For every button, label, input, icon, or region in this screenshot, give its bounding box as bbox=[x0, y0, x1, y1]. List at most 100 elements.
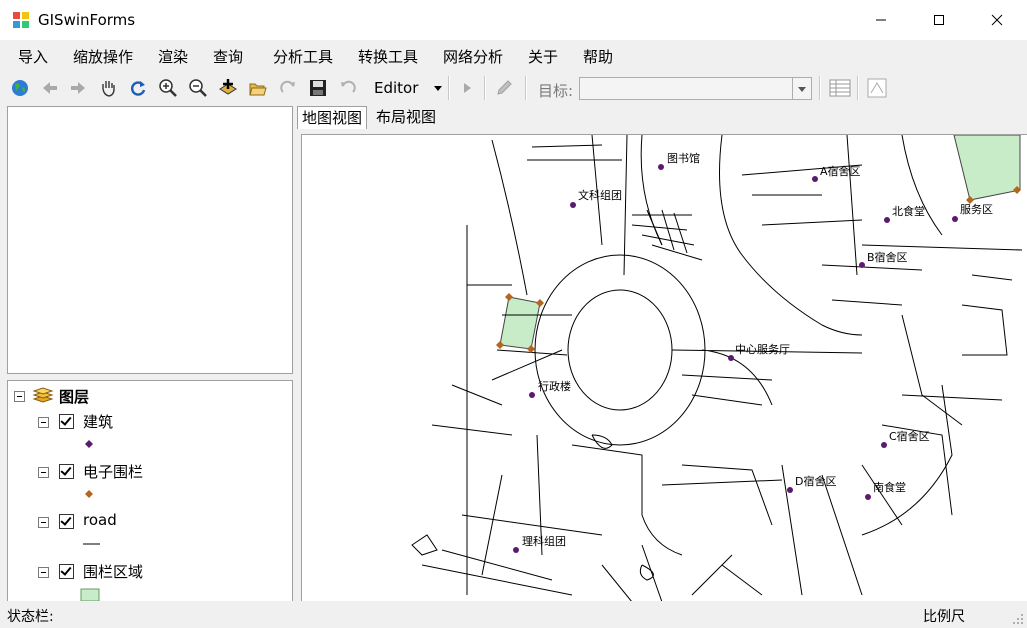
attribute-table-icon bbox=[829, 79, 851, 97]
menu-analysis-tools[interactable]: 分析工具 bbox=[273, 46, 333, 67]
menu-about[interactable]: 关于 bbox=[528, 46, 558, 67]
pencil-icon bbox=[497, 80, 512, 95]
fence-area-polygon bbox=[499, 296, 541, 350]
building-point bbox=[529, 392, 535, 398]
tab-layout-view[interactable]: 布局视图 bbox=[372, 106, 440, 128]
back-button[interactable] bbox=[38, 76, 62, 100]
building-point bbox=[728, 355, 734, 361]
map-label: 文科组团 bbox=[578, 188, 622, 202]
map-canvas[interactable]: 图书馆 A宿舍区 文科组团 北食堂 服务区 B宿舍区 中心服务厅 行政楼 C宿舍… bbox=[301, 134, 1027, 602]
map-drawing[interactable]: 图书馆 A宿舍区 文科组团 北食堂 服务区 B宿舍区 中心服务厅 行政楼 C宿舍… bbox=[302, 135, 1027, 602]
point-symbol-icon bbox=[85, 490, 93, 498]
pan-button[interactable] bbox=[96, 76, 120, 100]
resize-grip-icon[interactable] bbox=[1012, 613, 1024, 625]
menu-query[interactable]: 查询 bbox=[213, 46, 243, 67]
close-button[interactable] bbox=[968, 0, 1026, 40]
map-label: 北食堂 bbox=[892, 204, 925, 218]
editor-menu-label[interactable]: Editor bbox=[374, 79, 418, 97]
map-label: 行政楼 bbox=[538, 379, 571, 393]
editor-dropdown-button[interactable] bbox=[426, 76, 450, 100]
save-icon bbox=[310, 80, 326, 96]
building-point bbox=[812, 176, 818, 182]
line-symbol-icon bbox=[83, 543, 100, 545]
menu-network-analysis[interactable]: 网络分析 bbox=[443, 46, 503, 67]
layer-name[interactable]: road bbox=[83, 511, 117, 529]
layer-visibility-checkbox[interactable] bbox=[59, 414, 74, 429]
target-label: 目标: bbox=[538, 82, 574, 100]
building-point bbox=[787, 487, 793, 493]
fence-areas bbox=[499, 135, 1021, 350]
map-labels: 图书馆 A宿舍区 文科组团 北食堂 服务区 B宿舍区 中心服务厅 行政楼 C宿舍… bbox=[522, 151, 993, 548]
add-data-button[interactable] bbox=[216, 76, 240, 100]
edit-tool-button[interactable] bbox=[455, 76, 479, 100]
sketch-tool-button[interactable] bbox=[492, 76, 516, 100]
zoom-in-button[interactable] bbox=[156, 76, 180, 100]
minimize-button[interactable] bbox=[852, 0, 910, 40]
building-points bbox=[513, 164, 958, 553]
layers-icon bbox=[32, 387, 54, 403]
collapse-layer-toggle[interactable] bbox=[38, 417, 49, 428]
status-bar: 状态栏: 比例尺 bbox=[0, 601, 1027, 628]
menu-zoom[interactable]: 缩放操作 bbox=[73, 46, 133, 67]
map-label: B宿舍区 bbox=[867, 250, 908, 264]
refresh-icon bbox=[131, 81, 146, 96]
minimize-icon bbox=[876, 19, 886, 21]
toc-root-label: 图层 bbox=[59, 388, 90, 406]
collapse-layer-toggle[interactable] bbox=[38, 467, 49, 478]
caret-down-icon bbox=[434, 86, 442, 91]
caret-down-icon bbox=[798, 86, 806, 92]
save-button[interactable] bbox=[306, 76, 330, 100]
menu-bar: 导入 缩放操作 渲染 查询 分析工具 转换工具 网络分析 关于 帮助 bbox=[0, 40, 1027, 72]
layer-visibility-checkbox[interactable] bbox=[59, 564, 74, 579]
tab-map-view[interactable]: 地图视图 bbox=[297, 106, 368, 129]
sketch-properties-button[interactable] bbox=[865, 76, 889, 100]
menu-import[interactable]: 导入 bbox=[18, 46, 48, 67]
open-button[interactable] bbox=[246, 76, 270, 100]
arrow-left-icon bbox=[43, 82, 57, 94]
forward-button[interactable] bbox=[66, 76, 90, 100]
toolbar-separator bbox=[484, 76, 486, 100]
map-panel: 地图视图 布局视图 图书馆 A宿舍区 文科组团 北食堂 服务区 B宿舍区 中心服… bbox=[297, 104, 1027, 602]
building-point bbox=[513, 547, 519, 553]
add-data-icon bbox=[219, 79, 237, 95]
fill-symbol-icon bbox=[80, 588, 100, 602]
zoom-in-icon bbox=[159, 79, 177, 97]
full-extent-button[interactable] bbox=[8, 76, 32, 100]
collapse-root-toggle[interactable] bbox=[14, 391, 25, 402]
collapse-layer-toggle[interactable] bbox=[38, 517, 49, 528]
left-panel: 图层 建筑 电子围栏 road 围栏区域 bbox=[0, 104, 297, 603]
collapse-layer-toggle[interactable] bbox=[38, 567, 49, 578]
building-point bbox=[881, 442, 887, 448]
toolbar-separator bbox=[857, 76, 859, 100]
maximize-icon bbox=[934, 15, 944, 25]
layer-visibility-checkbox[interactable] bbox=[59, 514, 74, 529]
folder-open-icon bbox=[249, 83, 267, 96]
toolbar-separator bbox=[525, 76, 527, 100]
layer-name[interactable]: 建筑 bbox=[83, 411, 113, 432]
maximize-button[interactable] bbox=[910, 0, 968, 40]
undo-button[interactable] bbox=[336, 76, 360, 100]
point-symbol-icon bbox=[85, 440, 93, 448]
menu-help[interactable]: 帮助 bbox=[583, 46, 613, 67]
target-layer-select[interactable] bbox=[579, 77, 812, 100]
close-icon bbox=[991, 14, 1003, 26]
target-select-arrow[interactable] bbox=[792, 78, 811, 99]
layer-visibility-checkbox[interactable] bbox=[59, 464, 74, 479]
map-label: C宿舍区 bbox=[889, 429, 930, 443]
building-point bbox=[865, 494, 871, 500]
sketch-properties-icon bbox=[867, 78, 887, 98]
layer-name[interactable]: 围栏区域 bbox=[83, 561, 143, 582]
menu-convert-tools[interactable]: 转换工具 bbox=[358, 46, 418, 67]
map-label: 服务区 bbox=[960, 203, 993, 216]
fence-area-polygon bbox=[953, 135, 1021, 201]
building-point bbox=[952, 216, 958, 222]
pointer-arrow-icon bbox=[464, 83, 471, 93]
attributes-button[interactable] bbox=[828, 76, 852, 100]
menu-render[interactable]: 渲染 bbox=[158, 46, 188, 67]
redo-button[interactable] bbox=[276, 76, 300, 100]
building-point bbox=[859, 262, 865, 268]
layer-name[interactable]: 电子围栏 bbox=[83, 461, 143, 482]
refresh-button[interactable] bbox=[126, 76, 150, 100]
arrow-right-icon bbox=[71, 82, 85, 94]
zoom-out-button[interactable] bbox=[186, 76, 210, 100]
